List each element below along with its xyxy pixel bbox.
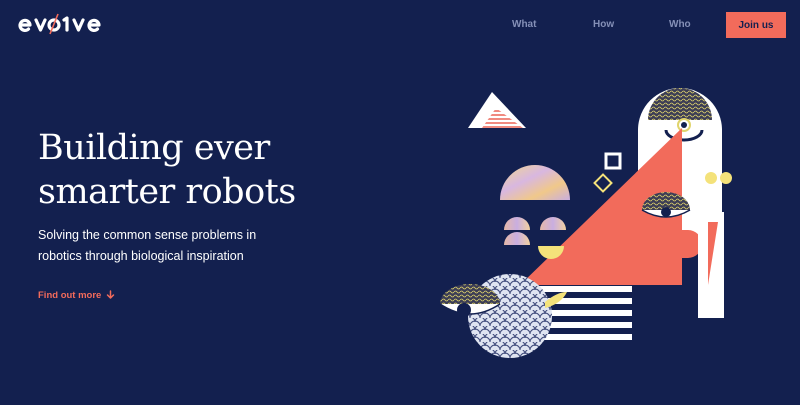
join-us-button[interactable]: Join us [726,12,786,38]
arrow-down-icon [107,290,115,299]
find-out-more-link[interactable]: Find out more [38,288,115,302]
diamond-outline-shape [593,173,613,193]
hero-subtitle-line-2: robotics through biological inspiration [38,249,244,263]
hero-title: Building ever smarter robots [38,126,368,214]
hero-title-line-2: smarter robots [38,172,296,212]
hero-title-line-1: Building ever [38,128,270,168]
striped-triangle-shape [468,92,526,128]
evolve-logo-icon [18,13,101,35]
landing-page: What How Who Join us Building ever smart… [0,0,800,405]
nav-link-who[interactable]: Who [669,19,691,30]
brand-logo[interactable] [16,10,116,38]
hero-illustration [439,88,732,358]
hero-subtitle: Solving the common sense problems in rob… [38,225,308,267]
coral-rounded-shape [642,230,702,258]
yellow-dot-shape [705,172,717,184]
marble-quarter-shape [504,217,530,230]
hero-subtitle-line-1: Solving the common sense problems in [38,228,257,242]
square-outline-shape [604,152,622,170]
logo-wordmark [16,10,116,38]
find-out-more-label: Find out more [38,289,102,301]
marble-quarter-shape [540,217,566,230]
white-slanted-bar-shape [698,212,724,318]
marble-half-circle-shape [500,165,570,200]
marble-quarter-shape [504,232,530,245]
yellow-dot-shape [720,172,732,184]
nav-link-how[interactable]: How [593,19,614,30]
nav-link-what[interactable]: What [512,19,536,30]
